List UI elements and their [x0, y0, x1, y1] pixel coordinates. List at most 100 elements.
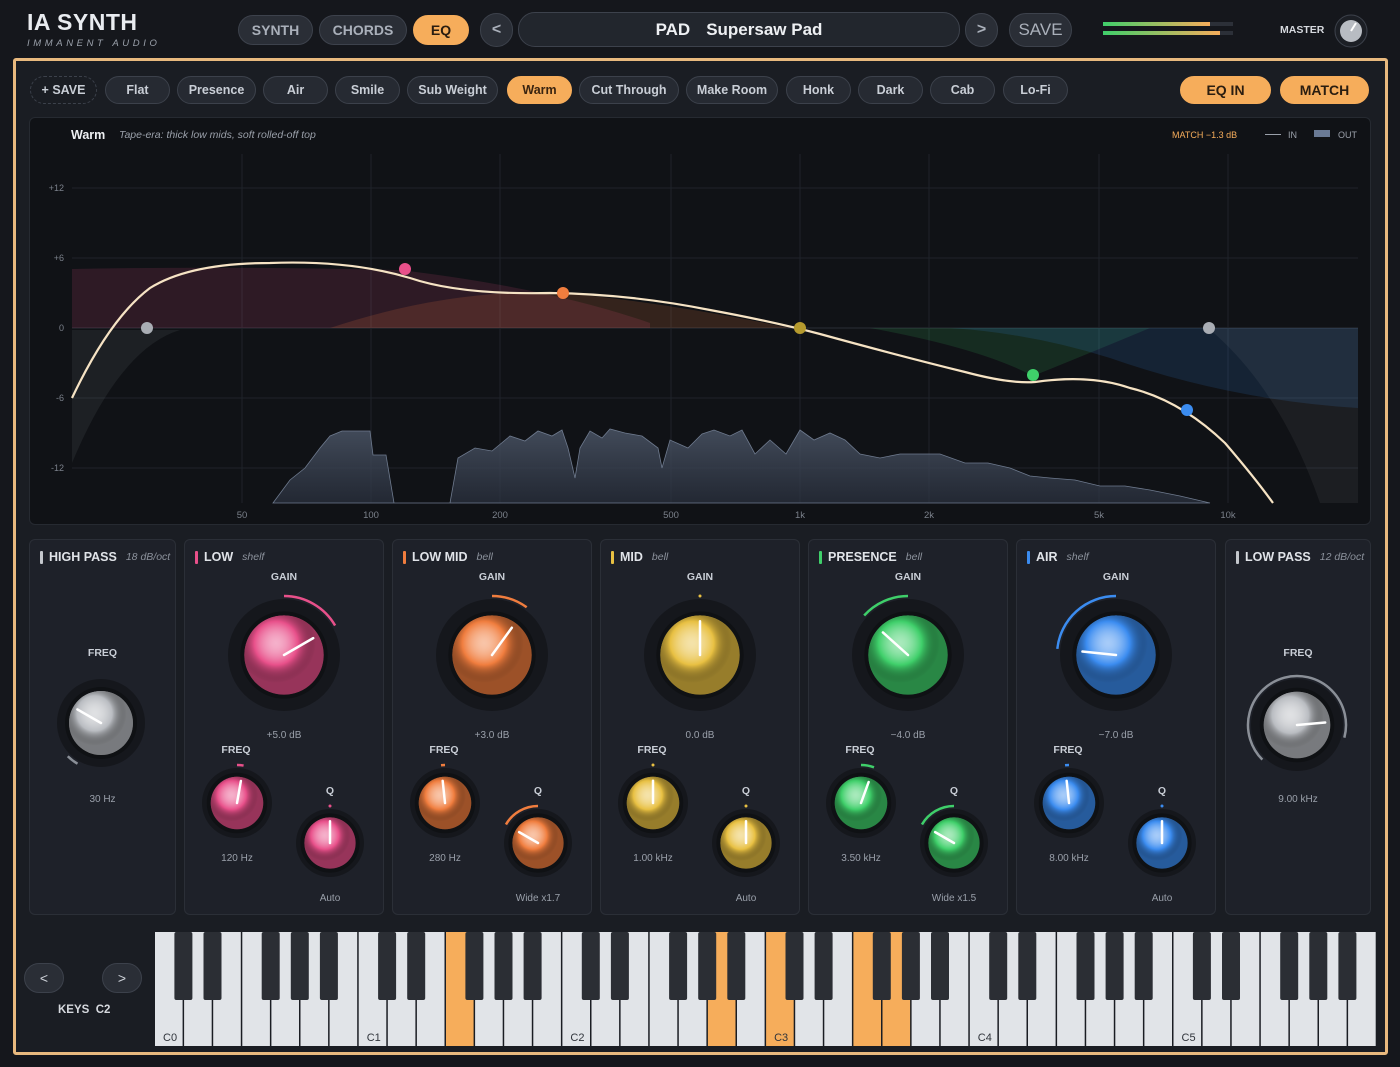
save-patch-button[interactable]: SAVE [1009, 13, 1072, 47]
preset-presence-button[interactable]: Presence [177, 76, 256, 104]
preset-cut-through-button[interactable]: Cut Through [579, 76, 679, 104]
eq-curve-plot[interactable]: +12 +6 0 -6 -12 50 100 200 500 1k 2k 5k … [30, 118, 1371, 525]
tab-synth[interactable]: SYNTH [238, 15, 313, 45]
prev-patch-button[interactable]: < [480, 13, 513, 47]
eq-in-button[interactable]: EQ IN [1180, 76, 1271, 104]
preset-air-button[interactable]: Air [263, 76, 328, 104]
black-key[interactable] [581, 932, 600, 1000]
preset-warm-button[interactable]: Warm [507, 76, 572, 104]
black-key[interactable] [290, 932, 309, 1000]
lowmid-gain-knob[interactable] [430, 593, 554, 717]
black-key[interactable] [1134, 932, 1153, 1000]
highpass-freq-knob[interactable] [51, 673, 151, 773]
air-freq-knob[interactable] [1028, 762, 1110, 844]
patch-display[interactable]: PAD Supersaw Pad [518, 12, 960, 47]
black-key[interactable] [727, 932, 746, 1000]
black-key[interactable] [378, 932, 397, 1000]
air-gain-knob[interactable] [1054, 593, 1178, 717]
black-key[interactable] [872, 932, 891, 1000]
black-key[interactable] [1018, 932, 1037, 1000]
master-knob[interactable] [1334, 14, 1368, 48]
octave-down-button[interactable]: < [24, 963, 64, 993]
black-key[interactable] [989, 932, 1008, 1000]
lowmid-freq-knob[interactable] [404, 762, 486, 844]
black-key[interactable] [261, 932, 280, 1000]
match-button[interactable]: MATCH [1280, 76, 1369, 104]
preset-smile-button[interactable]: Smile [335, 76, 400, 104]
presence-node[interactable] [1027, 369, 1039, 381]
y-axis-ticks: +12 +6 0 -6 -12 [49, 183, 64, 473]
presence-q-value: Wide x1.5 [931, 893, 977, 904]
low-q-knob[interactable] [290, 803, 370, 883]
lowmid-node[interactable] [557, 287, 569, 299]
black-key[interactable] [610, 932, 629, 1000]
preset-cab-button[interactable]: Cab [930, 76, 995, 104]
highpass-area [72, 330, 180, 463]
low-freq-knob[interactable] [196, 762, 278, 844]
mid-gain-knob[interactable] [638, 593, 762, 717]
mid-q-knob[interactable] [706, 803, 786, 883]
mid-q-label: Q [741, 785, 751, 797]
preset-dark-button[interactable]: Dark [858, 76, 923, 104]
black-key[interactable] [814, 932, 833, 1000]
black-key[interactable] [203, 932, 222, 1000]
black-key[interactable] [174, 932, 193, 1000]
presence-gain-knob[interactable] [846, 593, 970, 717]
mid-band-type: bell [651, 551, 669, 563]
lowpass-color-marker [1236, 550, 1239, 564]
lowpass-band-name: LOW PASS [1245, 550, 1311, 564]
tab-eq[interactable]: EQ [413, 15, 469, 45]
black-key[interactable] [698, 932, 717, 1000]
presence-gain-label: GAIN [894, 571, 922, 583]
black-key[interactable] [669, 932, 688, 1000]
preset-honk-button[interactable]: Honk [786, 76, 851, 104]
mid-node[interactable] [794, 322, 806, 334]
keyboard-panel: < > KEYS C2 C0 C1 C2 C3 C4 C5 [16, 924, 1385, 1052]
black-key[interactable] [523, 932, 542, 1000]
piano-keyboard[interactable]: C0 C1 C2 C3 C4 C5 [155, 932, 1379, 1046]
black-key[interactable] [465, 932, 484, 1000]
black-key[interactable] [1338, 932, 1357, 1000]
mid-freq-label: FREQ [637, 744, 667, 756]
air-gain-label: GAIN [1102, 571, 1130, 583]
black-key[interactable] [1222, 932, 1240, 1000]
highpass-node[interactable] [141, 322, 153, 334]
presence-q-label: Q [949, 785, 959, 797]
lowmid-q-knob[interactable] [498, 803, 578, 883]
eq-graph[interactable]: Warm Tape-era: thick low mids, soft roll… [29, 117, 1371, 525]
black-key[interactable] [785, 932, 804, 1000]
black-key[interactable] [901, 932, 920, 1000]
presence-freq-knob[interactable] [820, 762, 902, 844]
low-gain-knob[interactable] [222, 593, 346, 717]
lowpass-freq-knob[interactable] [1245, 673, 1349, 777]
preset-lo-fi-button[interactable]: Lo-Fi [1003, 76, 1068, 104]
octave-label: C1 [367, 1032, 381, 1044]
black-key[interactable] [1105, 932, 1124, 1000]
black-key[interactable] [1309, 932, 1328, 1000]
air-q-label: Q [1157, 785, 1167, 797]
black-key[interactable] [1192, 932, 1211, 1000]
keys-label: KEYS [58, 1004, 90, 1016]
mid-freq-knob[interactable] [612, 762, 694, 844]
black-key[interactable] [494, 932, 513, 1000]
octave-up-button[interactable]: > [102, 963, 142, 993]
black-key[interactable] [931, 932, 949, 1000]
lowpass-node[interactable] [1203, 322, 1215, 334]
preset-sub-weight-button[interactable]: Sub Weight [407, 76, 498, 104]
y-tick: -6 [56, 393, 64, 403]
black-key[interactable] [319, 932, 338, 1000]
low-node[interactable] [399, 263, 411, 275]
presence-q-knob[interactable] [914, 803, 994, 883]
y-tick: +12 [49, 183, 64, 193]
preset-make-room-button[interactable]: Make Room [686, 76, 778, 104]
black-key[interactable] [1076, 932, 1095, 1000]
black-key[interactable] [407, 932, 426, 1000]
next-patch-button[interactable]: > [965, 13, 998, 47]
lowmid-gain-label: GAIN [478, 571, 506, 583]
preset-flat-button[interactable]: Flat [105, 76, 170, 104]
tab-chords[interactable]: CHORDS [319, 15, 407, 45]
air-node[interactable] [1181, 404, 1193, 416]
black-key[interactable] [1280, 932, 1299, 1000]
air-q-knob[interactable] [1122, 803, 1202, 883]
save-preset-button[interactable]: + SAVE [30, 76, 97, 104]
